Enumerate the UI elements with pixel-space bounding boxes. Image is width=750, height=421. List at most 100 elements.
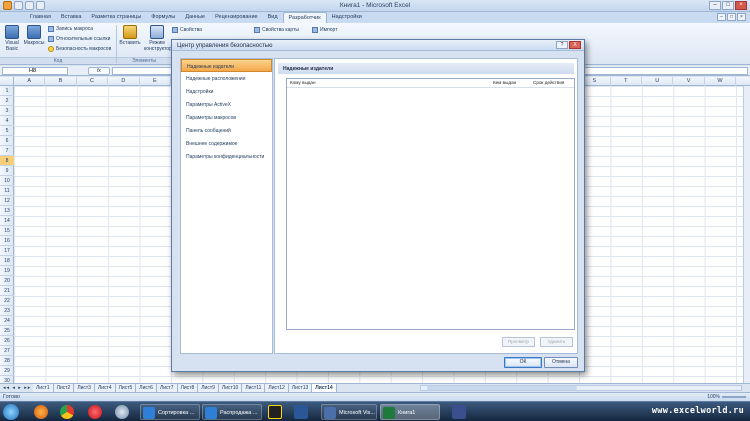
properties-button[interactable]: Свойства [172,27,202,33]
sheet-nav-arrows[interactable]: ◂◂ ◂ ▸ ▸▸ [3,385,31,391]
row-header[interactable]: 10 [0,176,14,186]
macro-security-button[interactable]: Безопасность макросов [48,46,111,52]
ribbon-tab[interactable]: Разметка страницы [86,12,146,23]
dialog-nav-item[interactable]: Надежные расположения [181,72,272,85]
record-macro-button[interactable]: Запись макроса [48,26,93,32]
column-header[interactable]: B [45,77,77,86]
select-all-corner[interactable] [0,77,14,86]
column-header[interactable]: U [642,77,674,86]
insert-control-button[interactable]: Вставить [118,25,142,46]
sheet-tab[interactable]: Лист12 [265,384,289,392]
close-button[interactable]: × [735,1,747,10]
dialog-nav-item[interactable]: Параметры ActiveX [181,98,272,111]
sheet-tab[interactable]: Лист5 [115,384,137,392]
sheet-tab[interactable]: Лист1 [33,384,54,392]
dialog-nav-item[interactable]: Внешнее содержимое [181,137,272,150]
taskbar-item-vba[interactable]: Microsoft Vis... [321,404,377,420]
firefox-icon[interactable] [34,405,48,419]
row-header[interactable]: 29 [0,366,14,376]
column-header[interactable]: D [108,77,140,86]
row-header[interactable]: 9 [0,166,14,176]
help-button[interactable]: ? [556,41,568,49]
row-header[interactable]: 19 [0,266,14,276]
row-header[interactable]: 28 [0,356,14,366]
publishers-list[interactable]: Кому выдан Кем выдан Срок действия [286,78,575,330]
import-button[interactable]: Импорт [312,27,337,33]
row-header[interactable]: 24 [0,316,14,326]
row-header[interactable]: 30 [0,376,14,383]
floppy-icon[interactable] [452,405,466,419]
sheet-tab[interactable]: Лист7 [156,384,178,392]
ribbon-tab[interactable]: Вставка [56,12,86,23]
dialog-nav-item[interactable]: Надежные издатели [181,59,272,72]
macros-button[interactable]: Макросы [23,25,45,46]
dialog-nav-item[interactable]: Надстройки [181,85,272,98]
start-button[interactable] [3,404,19,420]
minimize-ribbon-button[interactable]: – [717,13,726,21]
cancel-button[interactable]: Отмена [544,357,578,368]
ribbon-tab[interactable]: Формулы [146,12,180,23]
row-header[interactable]: 22 [0,296,14,306]
col-issued-to[interactable]: Кому выдан [290,79,316,87]
maximize-button[interactable]: □ [722,1,734,10]
row-header[interactable]: 27 [0,346,14,356]
row-header[interactable]: 17 [0,246,14,256]
sheet-tab[interactable]: Лист9 [198,384,219,392]
map-properties-button[interactable]: Свойства карты [254,27,299,33]
ribbon-tab[interactable]: Рецензирование [210,12,262,23]
insert-function-button[interactable]: fx [88,67,110,75]
sheet-tab[interactable]: Лист10 [218,384,243,392]
col-issued-by[interactable]: Кем выдан [493,79,516,87]
chrome-icon[interactable] [60,405,74,419]
design-mode-button[interactable]: Режим конструктора [144,25,175,52]
dialog-nav-item[interactable]: Панель сообщений [181,124,272,137]
row-header[interactable]: 2 [0,96,14,106]
column-header[interactable]: A [14,77,46,86]
row-header[interactable]: 16 [0,236,14,246]
ok-button[interactable]: ОК [504,357,542,368]
row-header[interactable]: 25 [0,326,14,336]
row-header[interactable]: 13 [0,206,14,216]
row-header[interactable]: 14 [0,216,14,226]
ribbon-tab[interactable]: Вид [263,12,283,23]
row-header[interactable]: 6 [0,136,14,146]
ribbon-tab[interactable]: Данные [180,12,210,23]
opera-icon[interactable] [88,405,102,419]
remove-button[interactable]: Удалить [540,337,573,347]
row-header[interactable]: 18 [0,256,14,266]
row-header[interactable]: 8 [0,156,14,166]
view-button[interactable]: Просмотр [502,337,535,347]
sheet-tab[interactable]: Лист11 [242,384,266,392]
sheet-tab[interactable]: Лист2 [53,384,75,392]
row-header[interactable]: 20 [0,276,14,286]
ribbon-tab[interactable]: Надстройки [327,12,367,23]
ribbon-tab[interactable]: Разработчик [282,12,327,23]
relative-refs-button[interactable]: Относительные ссылки [48,36,110,42]
minimize-button[interactable]: – [709,1,721,10]
name-box[interactable]: H8 [2,67,68,75]
row-header[interactable]: 1 [0,86,14,96]
ribbon-tab[interactable]: Главная [25,12,56,23]
row-header[interactable]: 7 [0,146,14,156]
sheet-tab[interactable]: Лист4 [94,384,116,392]
sheet-tab[interactable]: Лист3 [74,384,95,392]
globe-icon[interactable] [115,405,129,419]
row-header[interactable]: 12 [0,196,14,206]
row-header[interactable]: 23 [0,306,14,316]
row-header[interactable]: 26 [0,336,14,346]
word-icon[interactable] [294,405,308,419]
col-expiration[interactable]: Срок действия [533,79,564,87]
row-header[interactable]: 11 [0,186,14,196]
batman-icon[interactable] [268,405,282,419]
dialog-close-button[interactable]: X [569,41,581,49]
sheet-tab[interactable]: Лист13 [288,384,313,392]
horizontal-scrollbar[interactable] [420,385,742,391]
column-header[interactable]: W [705,77,737,86]
row-header[interactable]: 3 [0,106,14,116]
sheet-tab[interactable]: Лист14 [312,384,337,392]
visual-basic-button[interactable]: Visual Basic [2,25,22,52]
zoom-slider[interactable] [722,396,746,398]
column-header[interactable]: C [77,77,109,86]
dialog-nav-item[interactable]: Параметры макросов [181,111,272,124]
vertical-scrollbar[interactable] [743,86,750,383]
